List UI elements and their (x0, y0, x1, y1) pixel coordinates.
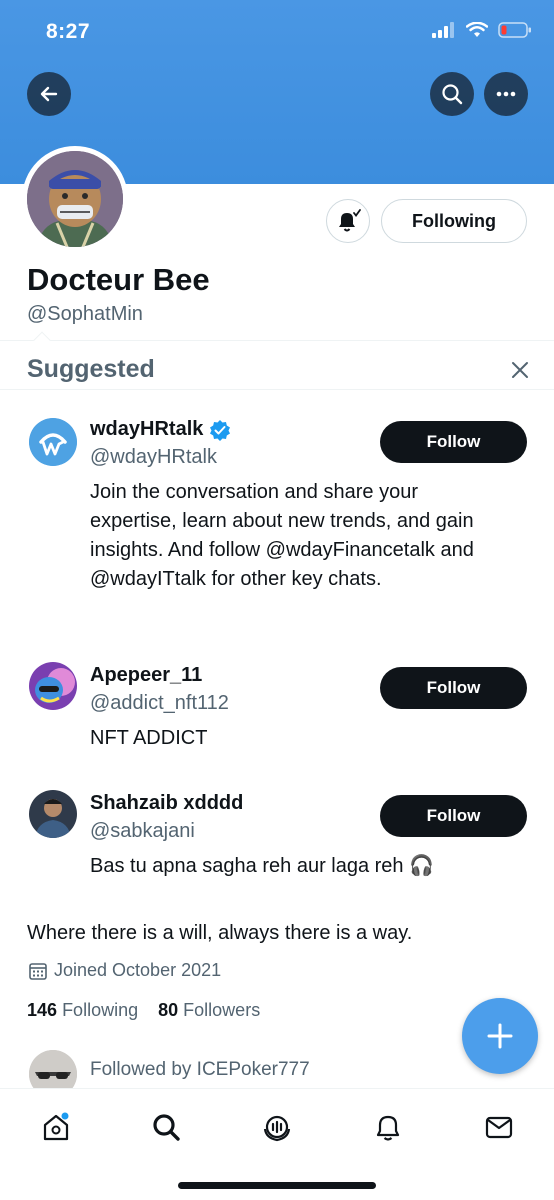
wifi-icon (466, 22, 488, 37)
arrow-left-icon (40, 86, 58, 102)
divider (0, 389, 554, 390)
account-name[interactable]: wdayHRtalk (90, 418, 203, 441)
followers-count-link[interactable]: 80 Followers (158, 1000, 260, 1020)
compose-tweet-button[interactable] (462, 998, 538, 1074)
following-count-link[interactable]: 146 Following (27, 1000, 138, 1020)
tab-search[interactable] (146, 1107, 186, 1147)
follow-button[interactable]: Follow (380, 795, 527, 837)
follow-button[interactable]: Follow (380, 667, 527, 709)
profile-bio: Where there is a will, always there is a… (27, 922, 413, 944)
tab-notifications[interactable] (368, 1107, 408, 1147)
followers-label: Followers (183, 1000, 261, 1020)
tab-spaces[interactable] (257, 1107, 297, 1147)
follow-counts: 146 Following 80 Followers (27, 1000, 260, 1021)
divider (0, 340, 554, 341)
home-indicator[interactable] (178, 1182, 376, 1189)
notifications-toggle-button[interactable] (326, 199, 370, 243)
profile-handle: @SophatMin (27, 303, 143, 325)
display-name: Docteur Bee (27, 262, 210, 297)
plus-icon (487, 1023, 513, 1049)
search-button[interactable] (430, 72, 474, 116)
suggested-title: Suggested (27, 355, 155, 383)
messages-icon (485, 1116, 513, 1139)
avatar (27, 151, 123, 247)
following-button[interactable]: Following (381, 199, 527, 243)
ape-nft-avatar-image (29, 662, 77, 710)
more-options-button[interactable] (484, 72, 528, 116)
account-handle: @sabkajani (90, 820, 195, 842)
follow-button[interactable]: Follow (380, 421, 527, 463)
spaces-icon (263, 1115, 291, 1142)
avatar[interactable] (29, 790, 77, 838)
joined-text: Joined October 2021 (54, 960, 222, 980)
status-bar: 8:27 (0, 0, 554, 66)
battery-icon (498, 22, 531, 38)
avatar[interactable] (29, 662, 77, 710)
joined-date: Joined October 2021 (28, 960, 221, 981)
followers-count: 80 (158, 1000, 179, 1020)
account-bio: Join the conversation and share your exp… (90, 481, 474, 590)
account-handle: @wdayHRtalk (90, 446, 218, 468)
following-count: 146 (27, 1000, 58, 1020)
ape-avatar-image (27, 151, 123, 247)
account-bio: NFT ADDICT (90, 727, 208, 749)
notifications-icon (376, 1115, 400, 1141)
person-photo-avatar-image (29, 790, 77, 838)
bell-check-icon (339, 209, 361, 232)
close-icon[interactable] (507, 357, 533, 383)
back-button[interactable] (27, 72, 71, 116)
search-icon (153, 1114, 180, 1141)
account-handle: @addict_nft112 (90, 692, 229, 714)
search-icon (442, 84, 463, 105)
verified-badge-icon (210, 419, 231, 441)
profile-avatar-frame[interactable] (22, 146, 128, 252)
calendar-icon (29, 962, 47, 980)
more-dots-icon (496, 91, 516, 97)
followed-by-text[interactable]: Followed by ICEPoker777 (90, 1059, 310, 1081)
status-time: 8:27 (46, 20, 91, 43)
account-name[interactable]: Apepeer_11 (90, 664, 202, 687)
account-name[interactable]: Shahzaib xdddd (90, 792, 243, 815)
avatar[interactable] (29, 418, 77, 466)
tab-messages[interactable] (479, 1107, 519, 1147)
following-label: Following (62, 1000, 139, 1020)
suggested-caret (33, 331, 51, 349)
home-icon (43, 1112, 69, 1141)
signal-icon (432, 22, 454, 38)
tab-home[interactable] (36, 1107, 76, 1147)
wday-logo-icon (29, 418, 77, 466)
account-bio: Bas tu apna sagha reh aur laga reh 🎧 (90, 855, 435, 877)
